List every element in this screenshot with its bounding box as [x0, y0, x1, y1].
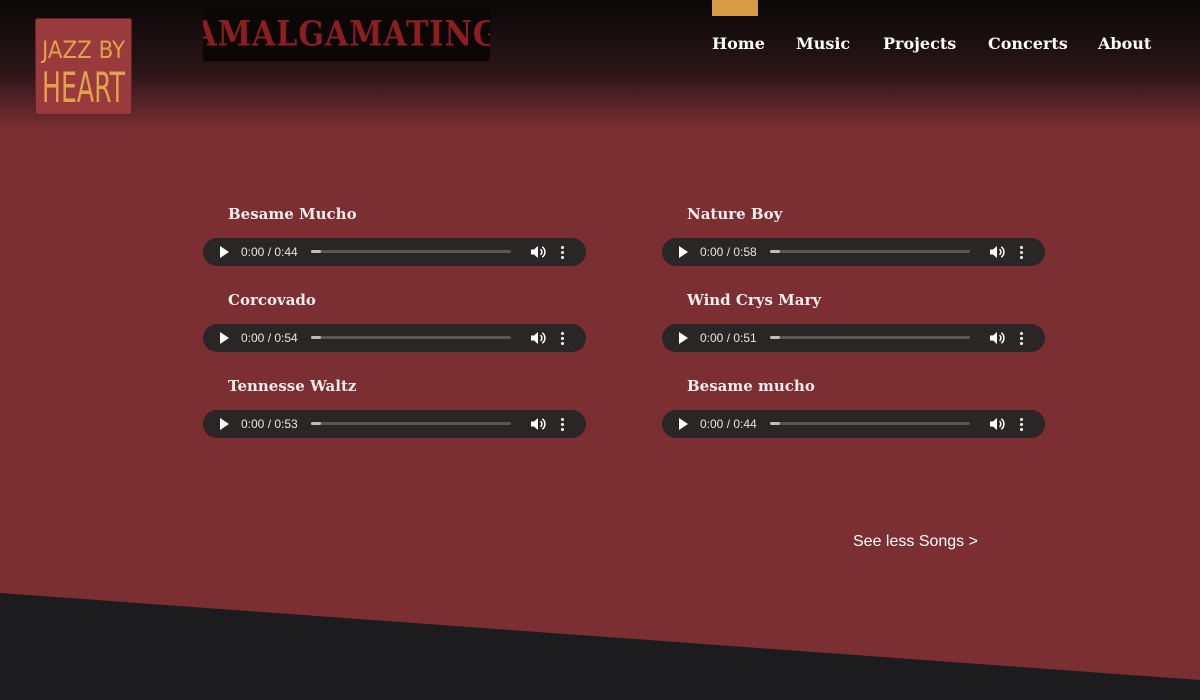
- seek-progress: [770, 250, 780, 253]
- nav-concerts[interactable]: Concerts: [988, 34, 1068, 53]
- audio-player[interactable]: 0:00 / 0:58: [662, 238, 1045, 266]
- more-vert-icon[interactable]: [1020, 246, 1024, 259]
- nav-home[interactable]: Home: [712, 34, 765, 53]
- nav-about[interactable]: About: [1098, 34, 1151, 53]
- song-title: Besame mucho: [687, 377, 815, 395]
- audio-player[interactable]: 0:00 / 0:51: [662, 324, 1045, 352]
- play-icon[interactable]: [679, 246, 688, 258]
- seek-progress: [311, 250, 321, 253]
- jazz-by-heart-logo[interactable]: JAZZ BY HEART: [35, 18, 132, 115]
- audio-player[interactable]: 0:00 / 0:54: [203, 324, 586, 352]
- audio-player[interactable]: 0:00 / 0:53: [203, 410, 586, 438]
- play-icon[interactable]: [679, 418, 688, 430]
- song-title: Corcovado: [228, 291, 316, 309]
- main-nav: Home Music Projects Concerts About: [0, 34, 1200, 58]
- audio-player[interactable]: 0:00 / 0:44: [203, 238, 586, 266]
- more-vert-icon[interactable]: [1020, 418, 1024, 431]
- time-display: 0:00 / 0:58: [700, 245, 757, 259]
- time-display: 0:00 / 0:51: [700, 331, 757, 345]
- nav-projects[interactable]: Projects: [883, 34, 956, 53]
- time-display: 0:00 / 0:54: [241, 331, 298, 345]
- volume-icon[interactable]: [989, 245, 1005, 259]
- see-less-songs-link[interactable]: See less Songs >: [853, 533, 978, 551]
- play-icon[interactable]: [220, 332, 229, 344]
- audio-player[interactable]: 0:00 / 0:44: [662, 410, 1045, 438]
- site-header: JAZZ BY HEART AMALGAMATING Home Music Pr…: [0, 0, 1200, 130]
- volume-icon[interactable]: [989, 417, 1005, 431]
- seek-progress: [770, 336, 780, 339]
- play-icon[interactable]: [220, 418, 229, 430]
- more-vert-icon[interactable]: [1020, 332, 1024, 345]
- song-title: Nature Boy: [687, 205, 783, 223]
- time-display: 0:00 / 0:44: [241, 245, 298, 259]
- seek-progress: [311, 336, 321, 339]
- more-vert-icon[interactable]: [561, 418, 565, 431]
- logo-graphic: JAZZ BY HEART: [40, 36, 126, 112]
- volume-icon[interactable]: [989, 331, 1005, 345]
- time-display: 0:00 / 0:53: [241, 417, 298, 431]
- seek-bar[interactable]: [311, 250, 511, 253]
- nav-music[interactable]: Music: [796, 34, 850, 53]
- seek-bar[interactable]: [770, 422, 970, 425]
- logo-text-bottom: HEART: [42, 63, 126, 112]
- song-title: Wind Crys Mary: [687, 291, 822, 309]
- more-vert-icon[interactable]: [561, 246, 565, 259]
- song-title: Besame Mucho: [228, 205, 357, 223]
- play-icon[interactable]: [679, 332, 688, 344]
- seek-bar[interactable]: [311, 336, 511, 339]
- volume-icon[interactable]: [530, 245, 546, 259]
- more-vert-icon[interactable]: [561, 332, 565, 345]
- volume-icon[interactable]: [530, 417, 546, 431]
- seek-progress: [770, 422, 780, 425]
- seek-bar[interactable]: [770, 336, 970, 339]
- nav-active-indicator: [712, 0, 758, 16]
- volume-icon[interactable]: [530, 331, 546, 345]
- seek-bar[interactable]: [770, 250, 970, 253]
- seek-bar[interactable]: [311, 422, 511, 425]
- seek-progress: [311, 422, 321, 425]
- time-display: 0:00 / 0:44: [700, 417, 757, 431]
- song-title: Tennesse Waltz: [228, 377, 357, 395]
- play-icon[interactable]: [220, 246, 229, 258]
